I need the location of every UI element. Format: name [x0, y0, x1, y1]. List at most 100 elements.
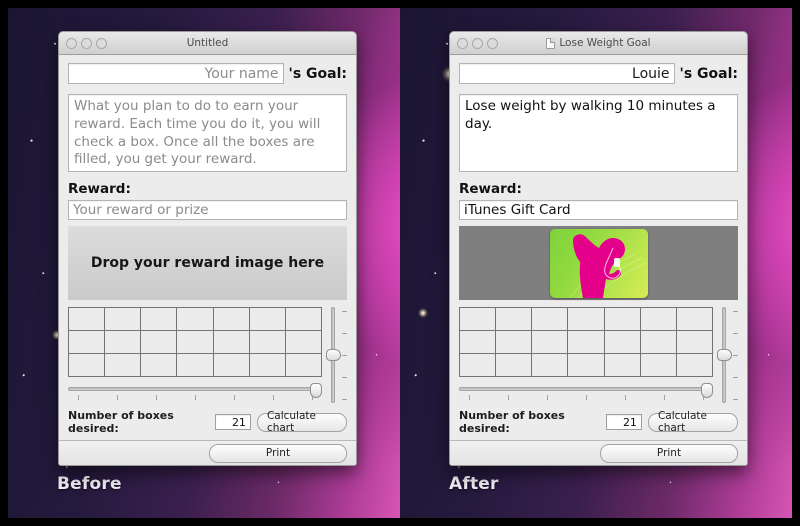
slider-tick	[733, 310, 738, 312]
window-content: Your name 's Goal: What you plan to do t…	[59, 55, 356, 441]
reward-input[interactable]: Your reward or prize	[68, 200, 347, 220]
window-traffic-lights[interactable]	[66, 32, 107, 54]
slider-tick	[342, 355, 347, 356]
chart-cell[interactable]	[285, 308, 322, 331]
slider-tick	[342, 377, 347, 379]
boxes-row: Number of boxes desired: 21 Calculate ch…	[68, 409, 347, 441]
chart-cell[interactable]	[532, 354, 569, 377]
chart-cell[interactable]	[141, 308, 178, 331]
chart-cell[interactable]	[141, 331, 178, 354]
document-icon	[546, 37, 556, 49]
window-after[interactable]: Lose Weight Goal Louie 's Goal: Lose wei…	[449, 31, 748, 466]
columns-slider[interactable]	[68, 383, 322, 398]
slider-tick	[342, 399, 347, 401]
chart-cell[interactable]	[177, 354, 214, 377]
chart-cell[interactable]	[213, 354, 250, 377]
chart-cell[interactable]	[604, 331, 641, 354]
print-button[interactable]: Print	[600, 443, 738, 463]
window-titlebar[interactable]: Untitled	[59, 32, 356, 55]
slider-tick	[586, 395, 587, 400]
chart-cell[interactable]	[532, 308, 569, 331]
boxes-desired-input[interactable]: 21	[606, 414, 642, 430]
chart-cell[interactable]	[460, 354, 497, 377]
zoom-button-icon[interactable]	[487, 37, 498, 49]
slider-tick	[78, 395, 80, 400]
slider-tick	[195, 395, 196, 400]
chart-cell[interactable]	[496, 354, 533, 377]
chart-grid-column	[459, 307, 713, 403]
chart-cell[interactable]	[69, 331, 106, 354]
chart-cell[interactable]	[69, 308, 106, 331]
chart-cell[interactable]	[69, 354, 106, 377]
chart-cell[interactable]	[105, 308, 142, 331]
chart-cell[interactable]	[640, 308, 677, 331]
image-dropzone[interactable]: Drop your reward image here	[68, 226, 347, 300]
chart-cell[interactable]	[285, 331, 322, 354]
chart-cell[interactable]	[177, 308, 214, 331]
calculate-chart-button[interactable]: Calculate chart	[647, 410, 738, 434]
description-textarea[interactable]: Lose weight by walking 10 minutes a day.	[459, 94, 738, 172]
rows-slider-thumb[interactable]	[717, 349, 732, 361]
slider-tick	[733, 399, 738, 401]
close-button-icon[interactable]	[66, 37, 77, 49]
reward-image-zone[interactable]	[459, 226, 738, 300]
chart-cell[interactable]	[249, 308, 286, 331]
chart-cell[interactable]	[213, 331, 250, 354]
calculate-chart-button[interactable]: Calculate chart	[256, 410, 347, 434]
chart-cell[interactable]	[285, 354, 322, 377]
rows-slider[interactable]	[717, 307, 738, 403]
chart-cell[interactable]	[213, 308, 250, 331]
boxes-desired-input[interactable]: 21	[215, 414, 251, 430]
chart-cell[interactable]	[105, 354, 142, 377]
chart-cell[interactable]	[249, 331, 286, 354]
chart-cell[interactable]	[676, 354, 713, 377]
close-button-icon[interactable]	[457, 37, 468, 49]
rows-slider-ticks	[732, 307, 738, 403]
description-textarea[interactable]: What you plan to do to earn your reward.…	[68, 94, 347, 172]
rows-slider-thumb[interactable]	[326, 349, 341, 361]
chart-cell[interactable]	[676, 331, 713, 354]
reward-chart-grid[interactable]	[459, 307, 713, 377]
chart-cell[interactable]	[568, 354, 605, 377]
goal-suffix-label: 's Goal:	[679, 65, 738, 82]
columns-slider[interactable]	[459, 383, 713, 398]
chart-cell[interactable]	[604, 308, 641, 331]
chart-cell[interactable]	[568, 308, 605, 331]
print-button[interactable]: Print	[209, 443, 347, 463]
chart-area	[68, 307, 347, 403]
chart-cell[interactable]	[496, 308, 533, 331]
zoom-button-icon[interactable]	[96, 37, 107, 49]
boxes-desired-label: Number of boxes desired:	[68, 409, 174, 435]
columns-slider-track[interactable]	[459, 387, 713, 391]
chart-cell[interactable]	[496, 331, 533, 354]
reward-input[interactable]: iTunes Gift Card	[459, 200, 738, 220]
chart-cell[interactable]	[141, 354, 178, 377]
minimize-button-icon[interactable]	[81, 37, 92, 49]
window-title: Untitled	[186, 37, 229, 49]
chart-cell[interactable]	[177, 331, 214, 354]
minimize-button-icon[interactable]	[472, 37, 483, 49]
chart-cell[interactable]	[249, 354, 286, 377]
window-bottom-bar: Print	[450, 440, 747, 465]
chart-cell[interactable]	[568, 331, 605, 354]
slider-tick	[233, 395, 235, 400]
columns-slider-track[interactable]	[68, 387, 322, 391]
slider-tick	[624, 395, 626, 400]
chart-cell[interactable]	[105, 331, 142, 354]
window-traffic-lights[interactable]	[457, 32, 498, 54]
name-input[interactable]: Your name	[68, 63, 284, 84]
reward-chart-grid[interactable]	[68, 307, 322, 377]
window-titlebar[interactable]: Lose Weight Goal	[450, 32, 747, 55]
chart-cell[interactable]	[460, 308, 497, 331]
screenshot-stage: Before After Untitled Your name 's Goal:…	[0, 0, 800, 526]
rows-slider[interactable]	[326, 307, 347, 403]
window-title-wrap: Untitled	[187, 37, 229, 49]
name-input[interactable]: Louie	[459, 63, 675, 84]
chart-cell[interactable]	[676, 308, 713, 331]
chart-cell[interactable]	[640, 331, 677, 354]
chart-cell[interactable]	[640, 354, 677, 377]
window-before[interactable]: Untitled Your name 's Goal: What you pla…	[58, 31, 357, 466]
chart-cell[interactable]	[604, 354, 641, 377]
chart-cell[interactable]	[532, 331, 569, 354]
chart-cell[interactable]	[460, 331, 497, 354]
